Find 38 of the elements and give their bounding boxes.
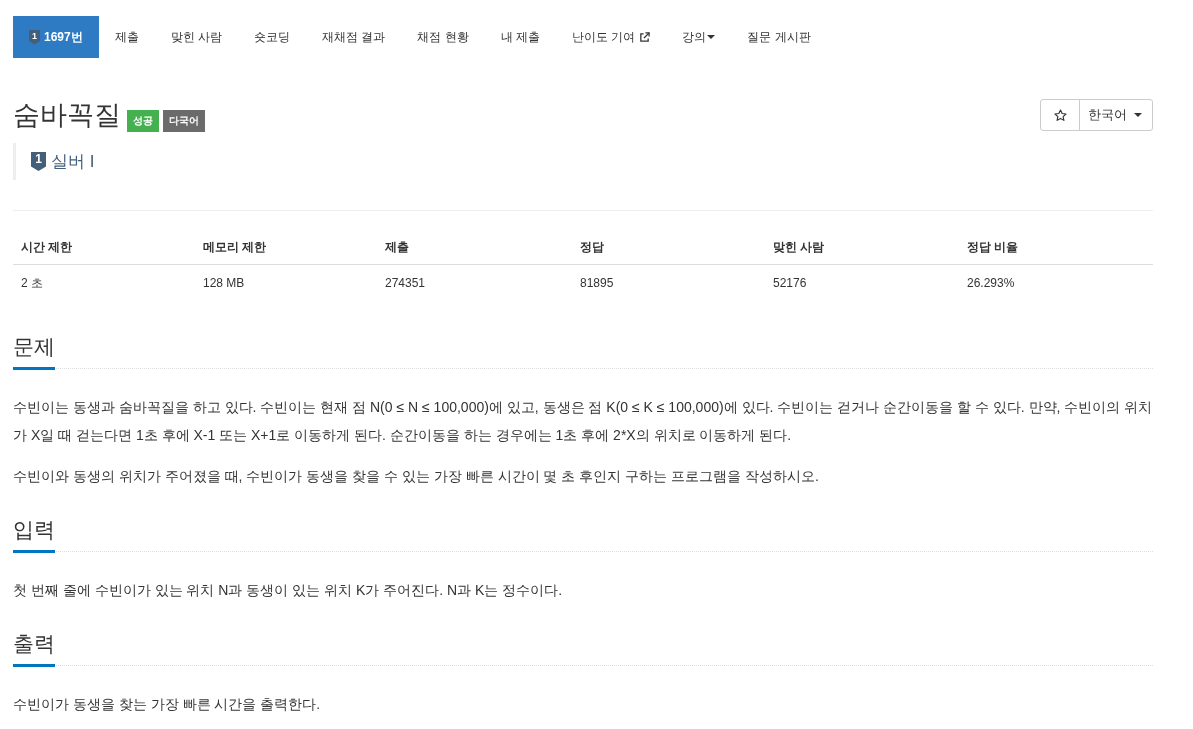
table-header-cell-text: 메모리 제한 — [202, 238, 268, 256]
table-cell-text: 26.293% — [966, 275, 1016, 292]
paragraph: 수빈이는 동생과 숨바꼭질을 하고 있다. 수빈이는 현재 점 N(0 ≤ N ≤ 100,000)에 있고, 동생은 점 K(0 ≤ K ≤ 100,000)에 있다. 수빈이는 걷거나 순간이동을 할 수 있다. 만약, 수빈이의 위치가 X일 때 걷는다면 1초 후에 X-1 또는 X+1로 이동하게 된다. 순간이동을 하는 경우에는 1초 후에 2*X의 위치로 이동하게 된다. — [13, 398, 1153, 445]
paragraph: 첫 번째 줄에 수빈이가 있는 위치 N과 동생이 있는 위치 K가 주어진다. N과 K는 정수이다. — [13, 581, 564, 600]
section-heading: 입력 — [13, 516, 55, 553]
caret-icon — [1134, 113, 1142, 117]
table-header-cell-text: 제출 — [384, 238, 410, 256]
table-cell-text: 274351 — [384, 275, 427, 292]
nav-tab[interactable]: 채점 현황 — [401, 16, 485, 58]
table-header-cell-text: 맞힌 사람 — [772, 238, 826, 256]
tier-label: 실버 I — [51, 150, 95, 173]
problem-title: 숨바꼭질 — [13, 100, 121, 130]
status-label: 다국어 — [163, 110, 205, 132]
table-cell-text: 52176 — [772, 275, 808, 292]
nav-tab[interactable]: 질문 게시판 — [731, 16, 827, 58]
status-label: 성공 — [127, 110, 159, 132]
paragraph: 수빈이와 동생의 위치가 주어졌을 때, 수빈이가 동생을 찾을 수 있는 가장 빠른 시간이 몇 초 후인지 구하는 프로그램을 작성하시오. — [13, 467, 820, 486]
nav-tab[interactable]: 제출 — [98, 16, 155, 58]
table-header-cell-text: 정답 — [579, 238, 605, 256]
caret-icon — [707, 35, 716, 39]
external-link-icon — [639, 31, 651, 43]
nav-tab[interactable]: 재채점 결과 — [306, 16, 402, 58]
nav-tab[interactable]: 난이도 기여 — [556, 16, 667, 58]
table-header-cell-text: 시간 제한 — [20, 238, 74, 256]
table-cell-text: 81895 — [579, 275, 615, 292]
nav-tab[interactable]: 1 1697번 — [13, 16, 99, 58]
tier-badge: 1 — [29, 29, 40, 45]
paragraph: 수빈이가 동생을 찾는 가장 빠른 시간을 출력한다. — [13, 695, 322, 714]
nav-tab[interactable]: 맞힌 사람 — [154, 16, 239, 58]
tier-badge: 1 — [31, 152, 46, 171]
table-cell-text: 2 초 — [20, 275, 44, 292]
nav-tab[interactable]: 숏코딩 — [238, 16, 307, 58]
nav-tab[interactable]: 내 제출 — [484, 16, 557, 58]
section-heading: 문제 — [13, 333, 55, 370]
nav-tab[interactable]: 강의 — [666, 16, 732, 58]
table-header-cell-text: 정답 비율 — [966, 238, 1020, 256]
section-heading: 출력 — [13, 630, 55, 667]
table-cell-text: 128 MB — [202, 275, 246, 292]
